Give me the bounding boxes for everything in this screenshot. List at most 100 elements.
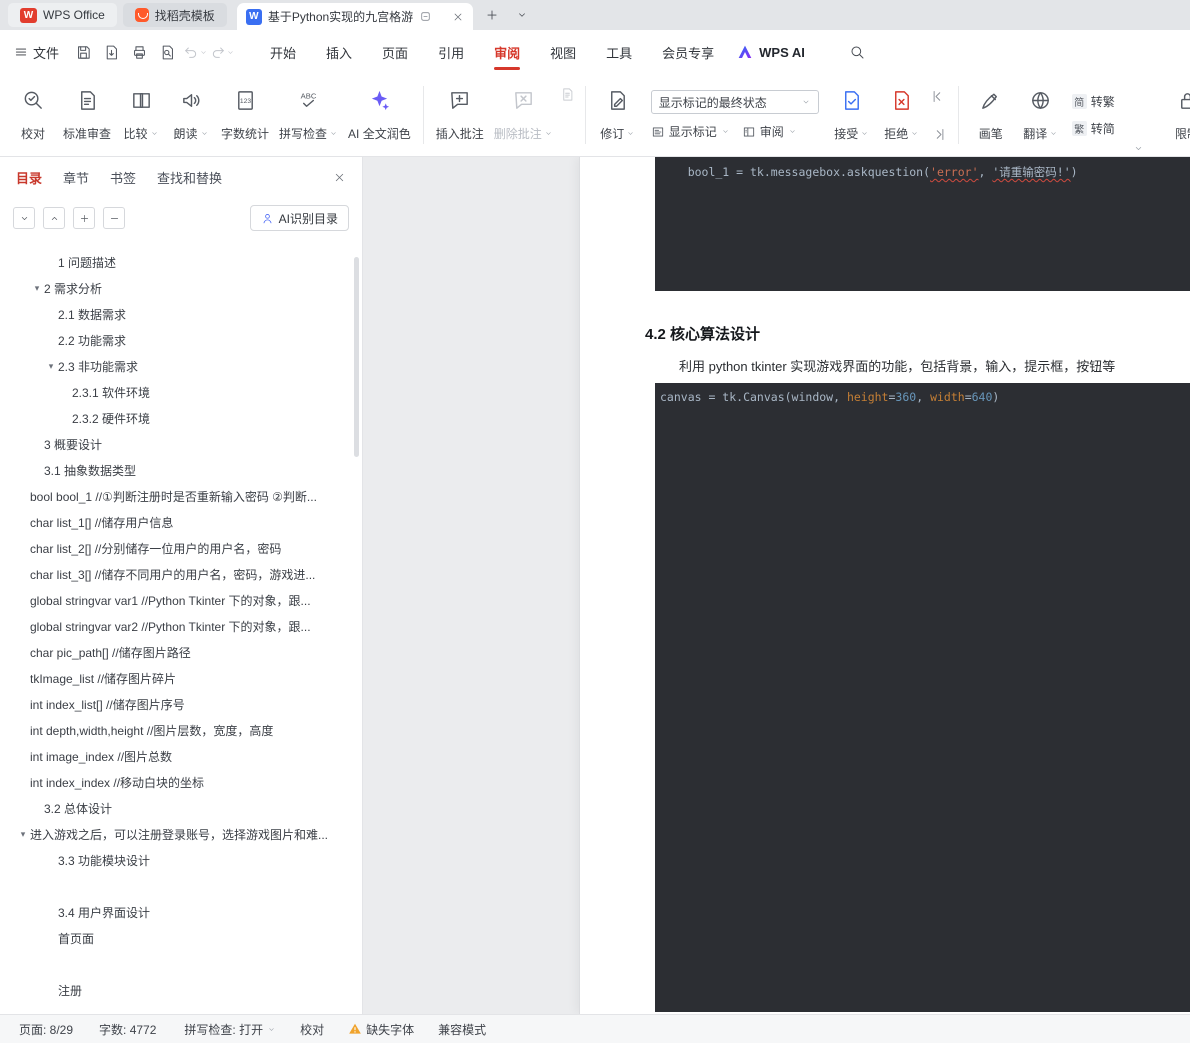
to-traditional-button[interactable]: 简 转繁 <box>1071 93 1115 110</box>
toc-item[interactable]: 3.2 总体设计 <box>0 795 362 821</box>
menu-tab-审阅[interactable]: 审阅 <box>479 30 535 74</box>
toc-item[interactable]: 3 概要设计 <box>0 431 362 457</box>
toc-expand-arrow-icon[interactable]: ▾ <box>30 283 44 294</box>
toc-item[interactable]: 注册 <box>0 977 362 1003</box>
toc-item[interactable]: 2.3.1 软件环境 <box>0 379 362 405</box>
file-menu[interactable]: 文件 <box>14 43 59 62</box>
new-tab-button[interactable] <box>481 4 503 26</box>
toc-item[interactable]: bool bool_1 //①判断注册时是否重新输入密码 ②判断... <box>0 483 362 509</box>
sidebar-scrollbar[interactable] <box>354 257 359 457</box>
next-change-button[interactable] <box>929 125 949 143</box>
track-changes-button[interactable]: 修订 <box>593 79 643 151</box>
toc-item[interactable]: 3.3 功能模块设计 <box>0 847 362 873</box>
search-icon[interactable] <box>849 44 865 60</box>
missing-font-warning[interactable]: 缺失字体 <box>348 1021 414 1038</box>
save-button[interactable] <box>71 40 96 64</box>
toc-expand-arrow-icon[interactable]: ▾ <box>16 829 30 840</box>
show-markup-button[interactable]: 显示标记 <box>651 123 730 140</box>
sidebar-tab-find-replace[interactable]: 查找和替换 <box>157 168 222 187</box>
toc-item[interactable]: global stringvar var2 //Python Tkinter 下… <box>0 613 362 639</box>
proofread-status[interactable]: 校对 <box>300 1021 324 1038</box>
reject-button[interactable]: 拒绝 <box>877 79 927 151</box>
print-button[interactable] <box>127 40 152 64</box>
menu-tab-引用[interactable]: 引用 <box>423 30 479 74</box>
toc-item[interactable]: global stringvar var1 //Python Tkinter 下… <box>0 587 362 613</box>
toc-item[interactable]: ▾ 进入游戏之后，可以注册登录账号，选择游戏图片和难... <box>0 821 362 847</box>
toc-item[interactable]: 1 问题描述 <box>0 249 362 275</box>
track-changes-icon <box>606 89 629 117</box>
toc-item[interactable]: int image_index //图片总数 <box>0 743 362 769</box>
undo-button[interactable] <box>183 44 208 60</box>
word-count-button[interactable]: 字数统计 <box>216 79 274 151</box>
toc-item-label: 3.2 总体设计 <box>44 801 113 816</box>
zoom-out-outline-button[interactable] <box>103 207 125 229</box>
toc-item[interactable]: char list_1[] //储存用户信息 <box>0 509 362 535</box>
toc-item-label: 2.2 功能需求 <box>58 333 127 348</box>
toc-item-label: int index_list[] //储存图片序号 <box>30 697 185 712</box>
toc-item[interactable]: tkImage_list //储存图片碎片 <box>0 665 362 691</box>
comment-more-icon[interactable] <box>558 85 578 103</box>
delete-comment-button[interactable]: 删除批注 <box>489 79 558 151</box>
close-document-tab-icon[interactable] <box>452 11 464 23</box>
toc-item[interactable]: ▾ 2 需求分析 <box>0 275 362 301</box>
traditional-glyph-icon: 繁 <box>1071 121 1087 136</box>
toc-item[interactable]: 2.3.2 硬件环境 <box>0 405 362 431</box>
ribbon-collapse-icon[interactable] <box>1133 143 1144 154</box>
spell-check-status[interactable]: 拼写检查: 打开 <box>184 1021 276 1038</box>
standard-review-button[interactable]: 标准审查 <box>58 79 116 151</box>
menu-tab-视图[interactable]: 视图 <box>535 30 591 74</box>
menu-tab-开始[interactable]: 开始 <box>255 30 311 74</box>
sidebar-tab-contents[interactable]: 目录 <box>16 168 42 187</box>
document-tab[interactable]: W 基于Python实现的九宫格游 <box>236 3 473 30</box>
compare-button[interactable]: 比较 <box>116 79 166 151</box>
zoom-in-outline-button[interactable] <box>73 207 95 229</box>
review-pane-icon <box>742 125 756 139</box>
toc-item[interactable]: int depth,width,height //图片层数，宽度，高度 <box>0 717 362 743</box>
to-simplified-button[interactable]: 繁 转简 <box>1071 120 1115 137</box>
toc-expand-arrow-icon[interactable]: ▾ <box>44 361 58 372</box>
read-aloud-button[interactable]: 朗读 <box>166 79 216 151</box>
toc-item[interactable]: ▾ 2.3 非功能需求 <box>0 353 362 379</box>
toc-item[interactable]: int index_index //移动白块的坐标 <box>0 769 362 795</box>
menu-tab-插入[interactable]: 插入 <box>311 30 367 74</box>
print-preview-button[interactable] <box>155 40 180 64</box>
toc-item[interactable]: int index_list[] //储存图片序号 <box>0 691 362 717</box>
menu-tab-工具[interactable]: 工具 <box>591 30 647 74</box>
wps-ai-menu[interactable]: WPS AI <box>737 44 805 60</box>
document-page[interactable]: bool_1 = tk.messagebox.askquestion('erro… <box>580 157 1190 1014</box>
menu-tab-会员专享[interactable]: 会员专享 <box>647 30 729 74</box>
toc-item[interactable]: char pic_path[] //储存图片路径 <box>0 639 362 665</box>
toc-item[interactable]: 2.2 功能需求 <box>0 327 362 353</box>
close-sidebar-icon[interactable] <box>333 171 346 184</box>
toc-item[interactable]: 首页面 <box>0 925 362 951</box>
sidebar-tab-strip: 目录 章节 书签 查找和替换 <box>0 157 362 197</box>
spell-check-button[interactable]: 拼写检查 <box>274 79 343 151</box>
expand-all-button[interactable] <box>13 207 35 229</box>
toc-item[interactable]: char list_2[] //分别储存一位用户的用户名，密码 <box>0 535 362 561</box>
accept-button[interactable]: 接受 <box>827 79 877 151</box>
sidebar-tab-bookmarks[interactable]: 书签 <box>110 168 136 187</box>
collapse-all-button[interactable] <box>43 207 65 229</box>
sidebar-tab-chapters[interactable]: 章节 <box>63 168 89 187</box>
export-pdf-button[interactable] <box>99 40 124 64</box>
markup-state-select[interactable]: 显示标记的最终状态 <box>650 90 819 114</box>
insert-comment-button[interactable]: 插入批注 <box>431 79 489 151</box>
chevron-down-icon <box>267 1025 276 1034</box>
tab-list-dropdown-icon[interactable] <box>511 4 533 26</box>
toc-item[interactable]: char list_3[] //储存不同用户的用户名，密码，游戏进... <box>0 561 362 587</box>
previous-change-button[interactable] <box>929 87 949 105</box>
review-pane-button[interactable]: 审阅 <box>742 123 797 140</box>
restrict-edit-button[interactable]: 限制 <box>1162 79 1190 151</box>
proofread-button[interactable]: 校对 <box>8 79 58 151</box>
docer-template-tab[interactable]: 找稻壳模板 <box>122 3 227 27</box>
ai-polish-button[interactable]: AI 全文润色 <box>343 79 416 151</box>
toc-item[interactable]: 3.1 抽象数据类型 <box>0 457 362 483</box>
translate-button[interactable]: 翻译 <box>1016 79 1066 151</box>
menu-tab-页面[interactable]: 页面 <box>367 30 423 74</box>
ink-brush-button[interactable]: 画笔 <box>966 79 1016 151</box>
wps-home-tab[interactable]: W WPS Office <box>8 3 117 27</box>
toc-item[interactable]: 3.4 用户界面设计 <box>0 899 362 925</box>
ai-recognize-toc-button[interactable]: AI识别目录 <box>249 205 349 231</box>
redo-button[interactable] <box>210 44 235 60</box>
toc-item[interactable]: 2.1 数据需求 <box>0 301 362 327</box>
